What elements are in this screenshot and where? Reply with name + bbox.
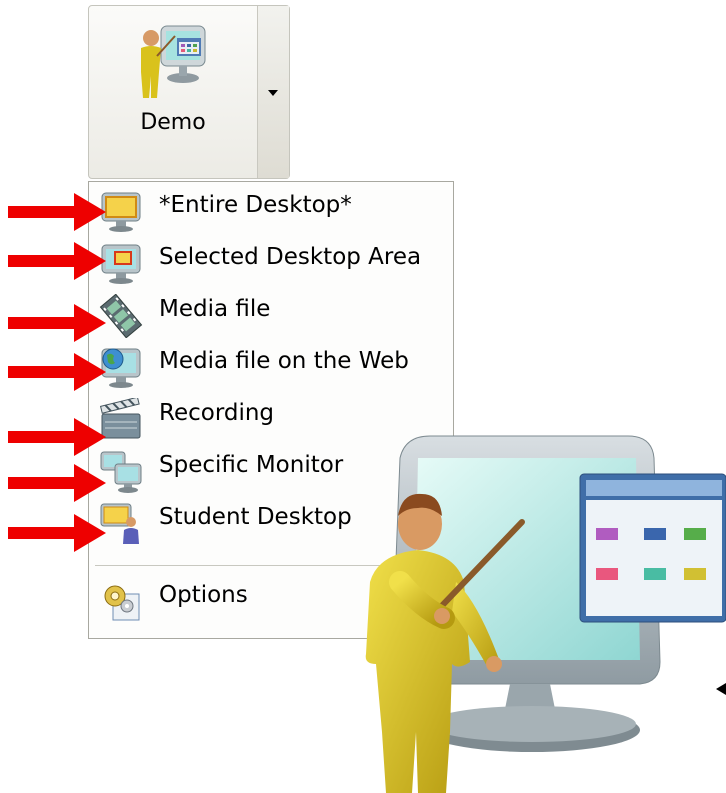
demo-button[interactable]: Demo	[89, 6, 257, 178]
red-arrow-icon	[8, 353, 106, 391]
red-arrow-icon	[8, 193, 106, 231]
partial-arrow-icon	[716, 683, 726, 695]
red-arrow-icon	[8, 304, 106, 342]
teacher-demo-icon	[141, 25, 206, 98]
chevron-down-icon	[268, 90, 278, 96]
menu-item-label: Media file	[159, 296, 271, 322]
menu-item-label: Specific Monitor	[159, 452, 344, 478]
red-arrow-icon	[8, 464, 106, 502]
menu-item-label: Media file on the Web	[159, 348, 409, 374]
menu-item-media-file[interactable]: Media file	[89, 288, 453, 340]
demo-split-button[interactable]: Demo	[88, 5, 290, 179]
menu-item-label: Student Desktop	[159, 504, 352, 530]
menu-item-label: *Entire Desktop*	[159, 192, 352, 218]
menu-item-label: Recording	[159, 400, 275, 426]
red-arrow-icon	[8, 242, 106, 280]
teacher-demo-illustration	[365, 435, 726, 793]
gears-icon	[104, 585, 140, 621]
red-arrow-icon	[8, 514, 106, 552]
demo-dropdown-toggle[interactable]	[258, 6, 289, 178]
menu-item-media-file-web[interactable]: Media file on the Web	[89, 340, 453, 392]
menu-item-label: Selected Desktop Area	[159, 244, 422, 270]
demo-button-label: Demo	[140, 110, 206, 135]
menu-item-entire-desktop[interactable]: *Entire Desktop*	[89, 184, 453, 236]
red-arrow-icon	[8, 418, 106, 456]
menu-item-label: Options	[159, 582, 248, 608]
menu-item-selected-desktop-area[interactable]: Selected Desktop Area	[89, 236, 453, 288]
